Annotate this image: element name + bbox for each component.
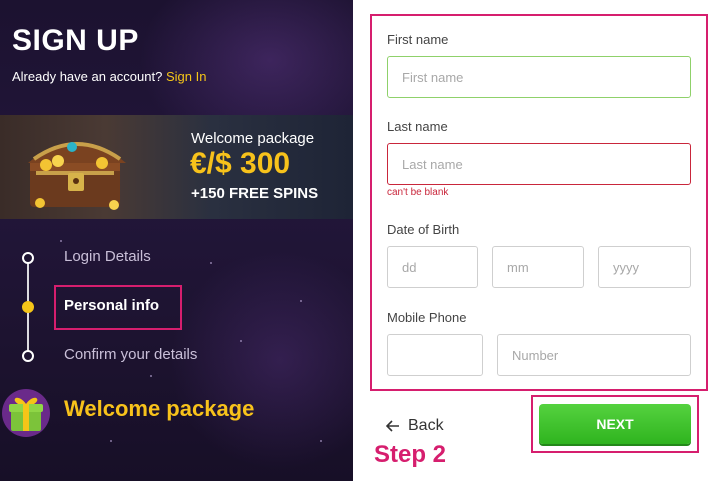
dob-day-input[interactable] (387, 246, 478, 288)
welcome-banner: Welcome package €/$ 300 +150 FREE SPINS (0, 115, 353, 219)
dob-year-input[interactable] (598, 246, 691, 288)
last-name-label: Last name (387, 119, 448, 134)
treasure-chest-icon (28, 142, 126, 210)
back-label: Back (408, 417, 444, 434)
gift-icon (2, 389, 50, 437)
first-name-label: First name (387, 32, 449, 47)
star-decoration (300, 300, 302, 302)
banner-amount: €/$ 300 (190, 147, 291, 180)
arrow-left-icon (386, 420, 399, 432)
phone-number-input[interactable] (497, 334, 691, 376)
first-name-input[interactable] (387, 56, 691, 98)
step-annotation: Step 2 (374, 441, 447, 468)
banner-spins: +150 FREE SPINS (191, 185, 319, 202)
account-prompt-text: Already have an account? (12, 69, 163, 84)
star-decoration (210, 262, 212, 264)
last-name-input[interactable] (387, 143, 691, 185)
signin-link[interactable]: Sign In (166, 69, 206, 84)
step-login-details: Login Details (64, 248, 151, 265)
page-title: SIGN UP (12, 24, 139, 57)
left-panel: SIGN UP Already have an account? Sign In… (0, 0, 353, 481)
star-decoration (110, 440, 112, 442)
dob-month-input[interactable] (492, 246, 584, 288)
last-name-error: can't be blank (387, 187, 449, 198)
star-decoration (150, 375, 152, 377)
star-decoration (320, 440, 322, 442)
highlight-box (54, 285, 182, 330)
step-dot-login (22, 252, 34, 264)
star-decoration (240, 340, 242, 342)
banner-label: Welcome package (191, 130, 315, 147)
star-decoration (60, 240, 62, 242)
dob-label: Date of Birth (387, 222, 460, 237)
back-button[interactable]: Back (386, 417, 444, 435)
welcome-package-label: Welcome package (64, 396, 255, 421)
account-prompt: Already have an account? Sign In (12, 69, 206, 84)
background-glow (170, 250, 353, 470)
step-dot-confirm (22, 350, 34, 362)
phone-label: Mobile Phone (387, 310, 467, 325)
step-confirm-details: Confirm your details (64, 346, 198, 363)
step-dot-personal (22, 301, 34, 313)
phone-code-input[interactable] (387, 334, 483, 376)
next-button[interactable]: NEXT (539, 404, 691, 444)
